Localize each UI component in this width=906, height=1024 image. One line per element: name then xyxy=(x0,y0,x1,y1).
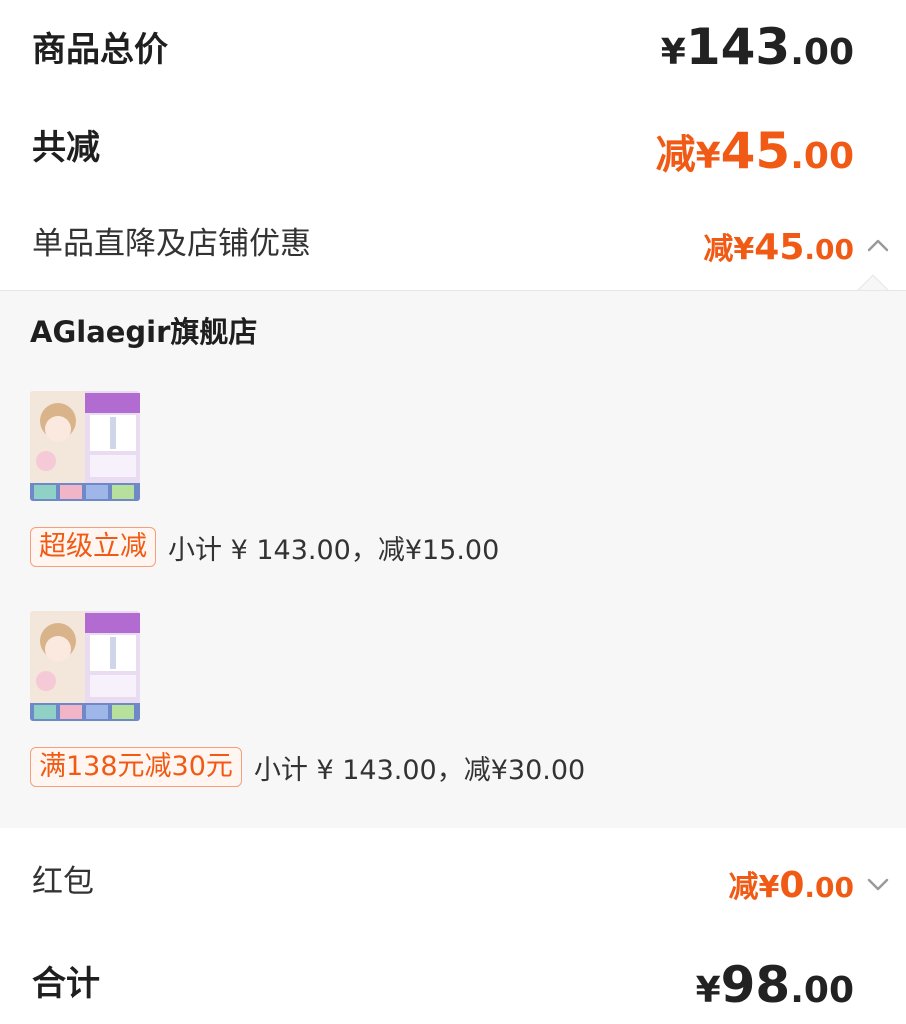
total-price-value: ¥143.00 xyxy=(660,18,854,76)
promo-tag: 超级立减 xyxy=(30,527,156,567)
store-discount-value: 减¥45.00 xyxy=(703,227,854,268)
final-total-value: ¥98.00 xyxy=(695,956,854,1014)
promo-tag: 满138元减30元 xyxy=(30,747,242,787)
product-image xyxy=(30,391,140,501)
final-total-row: 合计 ¥98.00 xyxy=(0,934,906,1024)
discount-label: 共减 xyxy=(32,128,100,168)
red-packet-value: 减¥0.00 xyxy=(728,865,854,906)
chevron-down-icon[interactable] xyxy=(864,870,892,898)
store-discount-row[interactable]: 单品直降及店铺优惠 减¥45.00 xyxy=(0,200,906,290)
total-price-label: 商品总价 xyxy=(32,30,168,70)
product-thumbnail[interactable] xyxy=(30,391,140,501)
total-price-row: 商品总价 ¥143.00 xyxy=(0,0,906,90)
discount-detail-panel: AGlaegir旗舰店 超级立减 小计 ¥ 143.00，减¥15.00 满13… xyxy=(0,290,906,828)
product-thumbnail[interactable] xyxy=(30,611,140,721)
red-packet-label: 红包 xyxy=(32,864,94,900)
subtotal-text: 小计 ¥ 143.00，减¥15.00 xyxy=(168,534,500,566)
chevron-up-icon[interactable] xyxy=(864,232,892,260)
product-image xyxy=(30,611,140,721)
store-name: AGlaegir旗舰店 xyxy=(30,315,258,349)
discount-value: 减¥45.00 xyxy=(655,122,854,180)
promo-line: 满138元减30元 小计 ¥ 143.00，减¥30.00 xyxy=(30,747,585,787)
promo-line: 超级立减 小计 ¥ 143.00，减¥15.00 xyxy=(30,527,499,567)
final-total-label: 合计 xyxy=(32,964,100,1004)
store-discount-label: 单品直降及店铺优惠 xyxy=(32,226,311,262)
discount-row: 共减 减¥45.00 xyxy=(0,100,906,190)
red-packet-row[interactable]: 红包 减¥0.00 xyxy=(0,836,906,926)
subtotal-text: 小计 ¥ 143.00，减¥30.00 xyxy=(253,754,586,786)
